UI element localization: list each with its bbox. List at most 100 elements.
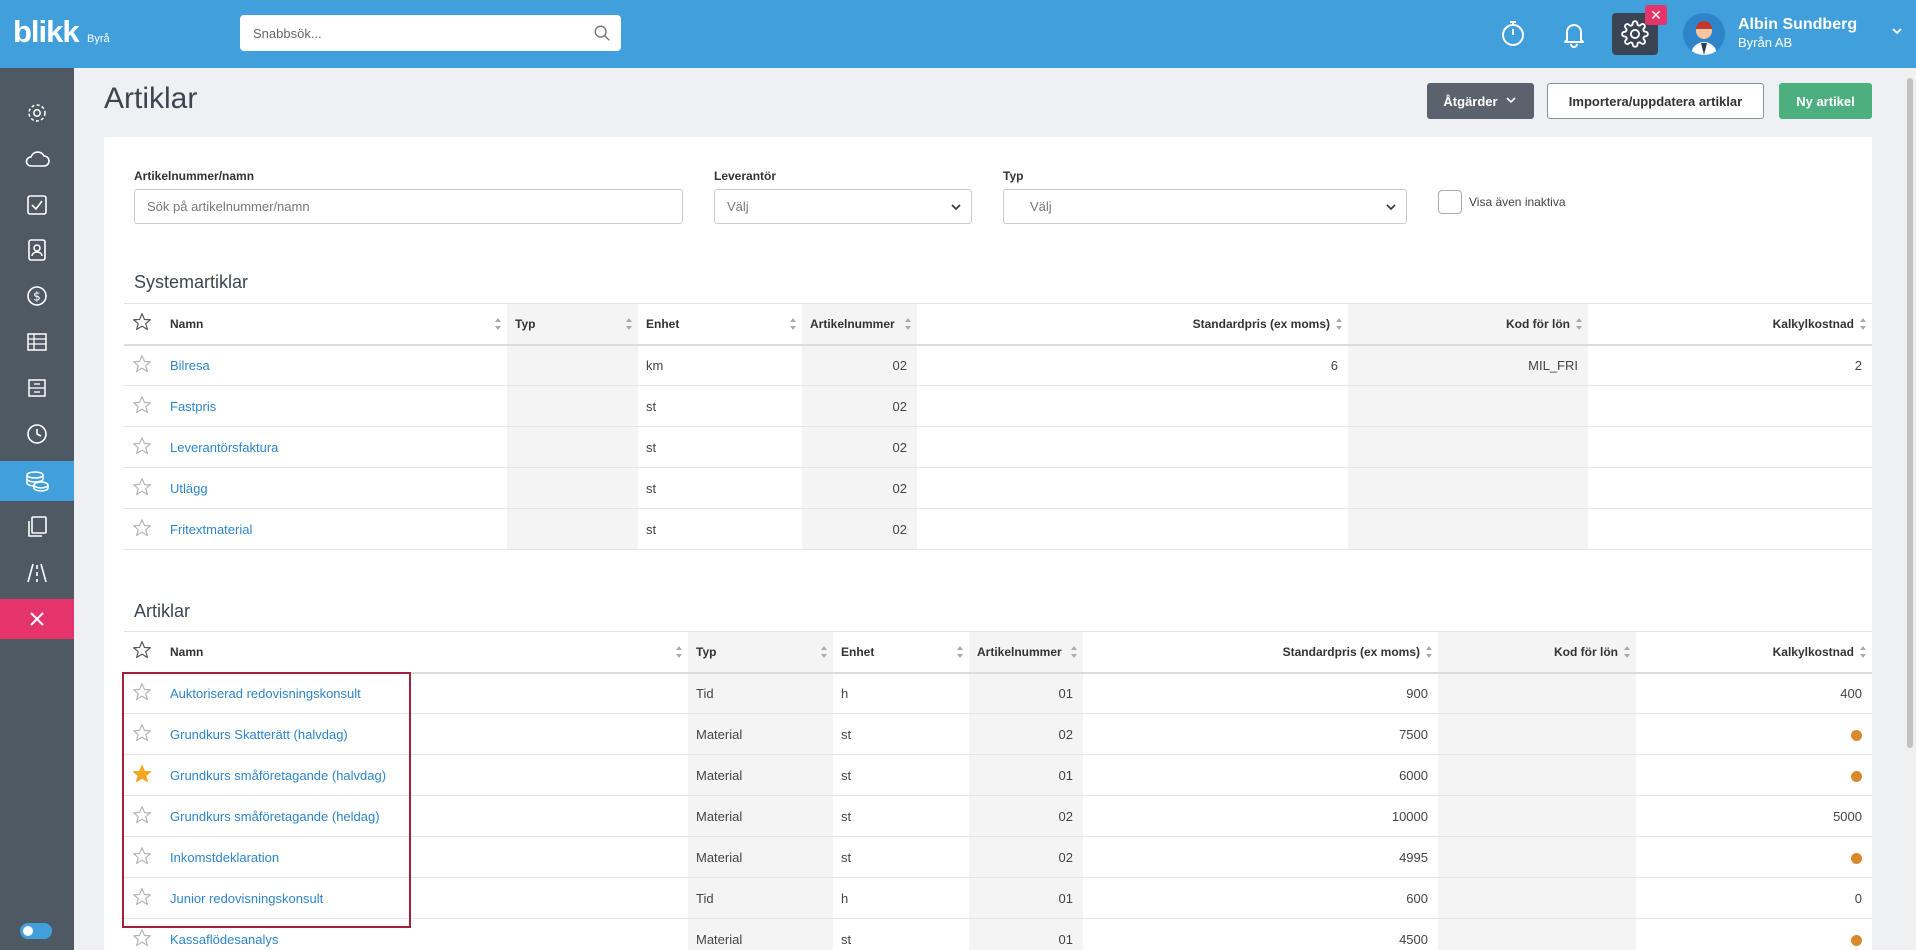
new-article-button[interactable]: Ny artikel [1779,83,1872,119]
article-name-link[interactable]: Kassaflödesanalys [170,932,278,947]
article-unit-cell: st [833,713,969,755]
favorite-toggle[interactable] [124,836,162,878]
table-row[interactable]: Inkomstdeklaration Material st 02 4995 [124,836,1872,878]
type-select[interactable]: Välj [1003,189,1407,224]
article-unit-cell: st [833,918,969,950]
favorite-toggle[interactable] [124,918,162,950]
sidebar-item-contacts[interactable] [0,230,74,270]
article-filter-input[interactable] [147,199,682,214]
favorite-toggle[interactable] [124,385,162,427]
column-header-calc-cost[interactable]: Kalkylkostnad [1588,303,1872,346]
sidebar-item-cloud[interactable] [0,139,74,179]
sidebar-item-economy[interactable]: $ [0,276,74,316]
article-name-link[interactable]: Fastpris [170,399,216,414]
article-name-link[interactable]: Bilresa [170,358,210,373]
article-number-cell: 02 [969,795,1083,837]
article-unit-cell: st [833,795,969,837]
actions-button[interactable]: Åtgärder [1427,83,1534,119]
article-type-cell: Material [688,918,833,950]
sidebar-close-button[interactable] [0,599,74,639]
sidebar-item-projects[interactable] [0,553,74,593]
table-row[interactable]: Bilresa km 02 6 MIL_FRI 2 [124,344,1872,386]
article-name-cell: Grundkurs småföretagande (halvdag) [162,754,688,796]
article-name-link[interactable]: Inkomstdeklaration [170,850,279,865]
favorite-toggle[interactable] [124,754,162,796]
sidebar-item-table[interactable] [0,322,74,362]
article-price-cell: 6000 [1083,754,1438,796]
search-icon[interactable] [593,24,611,42]
column-header-unit[interactable]: Enhet [833,631,969,674]
column-header-name[interactable]: Namn [162,303,507,346]
table-row[interactable]: Kassaflödesanalys Material st 01 4500 [124,918,1872,950]
quick-search-input[interactable] [240,15,580,51]
sidebar-item-settings[interactable] [0,93,74,133]
favorite-toggle[interactable] [124,467,162,509]
table-row[interactable]: Grundkurs småföretagande (halvdag) Materi… [124,754,1872,796]
notifications-button[interactable] [1554,14,1594,54]
table-row[interactable]: Fastpris st 02 [124,385,1872,427]
article-name-link[interactable]: Fritextmaterial [170,522,252,537]
favorite-column-header[interactable] [124,631,162,674]
sort-icon [676,646,682,658]
favorite-column-header[interactable] [124,303,162,346]
column-header-salary-code[interactable]: Kod för lön [1438,631,1636,674]
app-logo[interactable]: blikk [13,14,80,50]
favorite-toggle[interactable] [124,795,162,837]
scrollbar-thumb[interactable] [1907,78,1913,748]
supplier-select[interactable]: Välj [714,189,972,224]
column-header-article-number[interactable]: Artikelnummer [802,303,917,346]
table-row[interactable]: Grundkurs småföretagande (heldag) Materia… [124,795,1872,837]
table-row[interactable]: Utlägg st 02 [124,467,1872,509]
show-inactive-checkbox[interactable] [1438,190,1462,214]
article-calc-cost-cell: 400 [1636,672,1872,714]
article-name-link[interactable]: Grundkurs Skatterätt (halvdag) [170,727,348,742]
column-header-salary-code[interactable]: Kod för lön [1348,303,1588,346]
settings-badge[interactable]: ✕ [1645,5,1667,25]
chevron-down-icon[interactable] [1890,24,1904,38]
article-name-link[interactable]: Grundkurs småföretagande (heldag) [170,809,380,824]
sidebar-item-articles[interactable] [0,461,74,501]
table-row[interactable]: Fritextmaterial st 02 [124,508,1872,550]
table-row[interactable]: Leverantörsfaktura st 02 [124,426,1872,468]
column-header-standard-price[interactable]: Standardpris (ex moms) [917,303,1348,346]
page-scrollbar[interactable] [1904,68,1916,950]
column-header-type[interactable]: Typ [688,631,833,674]
article-name-cell: Grundkurs Skatterätt (halvdag) [162,713,688,755]
article-name-link[interactable]: Auktoriserad redovisningskonsult [170,686,361,701]
column-header-standard-price[interactable]: Standardpris (ex moms) [1083,631,1438,674]
avatar[interactable] [1683,13,1725,55]
column-header-article-number[interactable]: Artikelnummer [969,631,1083,674]
sidebar-toggle[interactable] [20,923,52,939]
table-row[interactable]: Auktoriserad redovisningskonsult Tid h 01 90… [124,672,1872,714]
favorite-toggle[interactable] [124,672,162,714]
article-name-link[interactable]: Leverantörsfaktura [170,440,278,455]
sidebar-item-archive[interactable] [0,368,74,408]
user-name[interactable]: Albin Sundberg [1738,16,1857,34]
import-articles-button[interactable]: Importera/uppdatera artiklar [1547,83,1764,119]
favorite-toggle[interactable] [124,426,162,468]
article-name-link[interactable]: Junior redovisningskonsult [170,891,323,906]
article-price-cell: 6 [917,344,1348,386]
article-name-link[interactable]: Utlägg [170,481,208,496]
favorite-toggle[interactable] [124,508,162,550]
show-inactive-label[interactable]: Visa även inaktiva [1469,195,1566,209]
top-bar: blikk Byrå ✕ Albin Sundberg Byrån AB [0,0,1916,68]
archive-icon [28,379,46,397]
favorite-toggle[interactable] [124,877,162,919]
sidebar-item-tasks[interactable] [0,185,74,225]
user-company: Byrån AB [1738,35,1793,50]
article-salary-code-cell [1438,713,1636,755]
table-row[interactable]: Grundkurs Skatterätt (halvdag) Material st… [124,713,1872,755]
column-header-type[interactable]: Typ [507,303,638,346]
column-header-calc-cost[interactable]: Kalkylkostnad [1636,631,1872,674]
table-row[interactable]: Junior redovisningskonsult Tid h 01 600 0 [124,877,1872,919]
sidebar-item-documents[interactable] [0,507,74,547]
article-name-link[interactable]: Grundkurs småföretagande (halvdag) [170,768,386,783]
type-filter-label: Typ [1003,169,1024,183]
favorite-toggle[interactable] [124,344,162,386]
timer-button[interactable] [1493,14,1533,54]
favorite-toggle[interactable] [124,713,162,755]
column-header-name[interactable]: Namn [162,631,688,674]
sidebar-item-time[interactable] [0,414,74,454]
column-header-unit[interactable]: Enhet [638,303,802,346]
